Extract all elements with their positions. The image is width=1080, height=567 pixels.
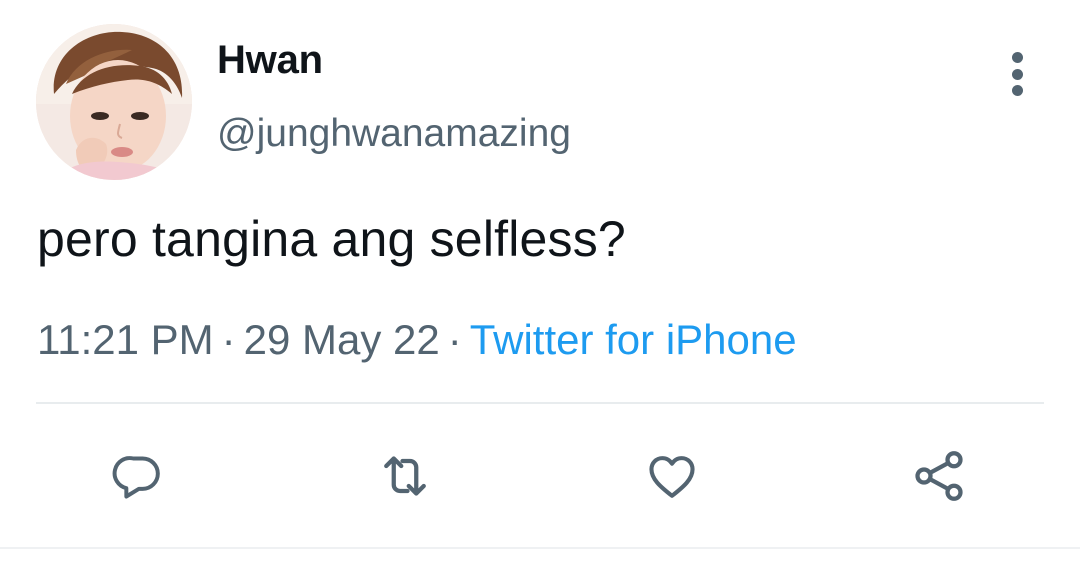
avatar-photo	[36, 24, 192, 180]
like-button[interactable]	[640, 444, 704, 508]
retweet-icon	[384, 456, 426, 496]
heart-icon	[649, 456, 695, 498]
separator: ·	[447, 316, 462, 363]
bottom-divider	[0, 547, 1080, 549]
tweet-time[interactable]: 11:21 PM	[37, 316, 214, 363]
more-vertical-icon	[1011, 52, 1023, 63]
more-vertical-icon-dot	[1011, 68, 1023, 80]
more-vertical-icon-dot	[1011, 85, 1023, 96]
share-icon	[915, 451, 963, 501]
more-options-button[interactable]	[996, 52, 1038, 96]
divider	[36, 402, 1044, 404]
tweet-date[interactable]: 29 May 22	[244, 316, 440, 363]
share-button[interactable]	[907, 444, 971, 508]
reply-button[interactable]	[106, 444, 170, 508]
avatar[interactable]	[36, 24, 192, 180]
tweet-source-link[interactable]: Twitter for iPhone	[470, 316, 797, 363]
username-handle[interactable]: @junghwanamazing	[217, 112, 571, 156]
tweet-metadata: 11:21 PM · 29 May 22 · Twitter for iPhone	[37, 316, 797, 364]
tweet-text: pero tangina ang selfless?	[37, 211, 626, 267]
tweet-card: Hwan @junghwanamazing pero tangina ang s…	[0, 0, 1080, 567]
display-name[interactable]: Hwan	[217, 38, 323, 83]
reply-icon	[112, 456, 160, 499]
separator: ·	[221, 316, 236, 363]
retweet-button[interactable]	[373, 444, 437, 508]
